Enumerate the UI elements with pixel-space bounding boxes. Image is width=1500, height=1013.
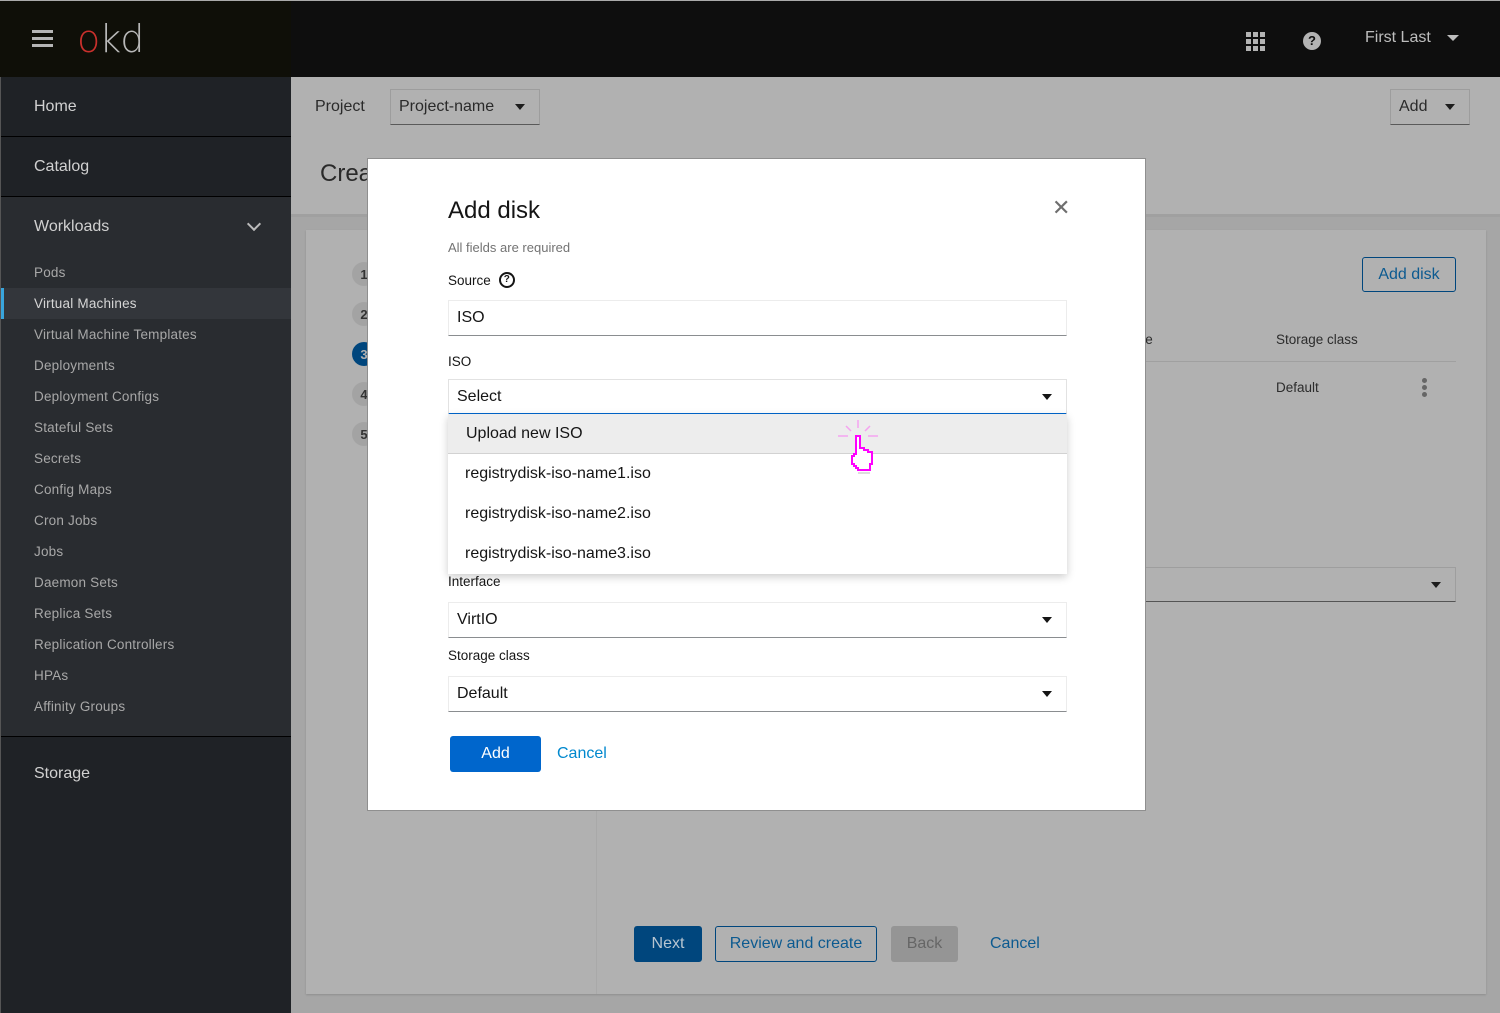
interface-label: Interface	[448, 574, 501, 589]
iso-option[interactable]: registrydisk-iso-name2.iso	[448, 494, 1067, 534]
sidebar-item-replication-controllers[interactable]: Replication Controllers	[1, 629, 291, 660]
add-dropdown[interactable]: Add	[1390, 89, 1470, 125]
iso-option-upload-new[interactable]: Upload new ISO	[448, 414, 1067, 454]
workloads-submenu: Pods Virtual Machines Virtual Machine Te…	[1, 257, 291, 736]
sidebar-item-catalog[interactable]: Catalog	[1, 137, 291, 197]
sidebar-item-home[interactable]: Home	[1, 77, 291, 137]
cancel-button[interactable]: Cancel	[557, 745, 607, 763]
add-button[interactable]: Add	[450, 736, 541, 772]
sidebar-section-workloads: Workloads Pods Virtual Machines Virtual …	[1, 197, 291, 737]
add-disk-button[interactable]: Add disk	[1362, 257, 1456, 292]
wizard-cancel-link[interactable]: Cancel	[990, 935, 1040, 953]
sidebar-item-stateful-sets[interactable]: Stateful Sets	[1, 412, 291, 443]
top-navbar: okd ? First Last	[0, 0, 1500, 78]
iso-label: ISO	[448, 354, 472, 369]
wizard-footer: Next Review and create Back Cancel	[634, 926, 1040, 962]
sidebar-item-virtual-machine-templates[interactable]: Virtual Machine Templates	[1, 319, 291, 350]
sidebar-item-jobs[interactable]: Jobs	[1, 536, 291, 567]
okd-logo[interactable]: okd	[77, 17, 144, 61]
sidebar: Home Catalog Workloads Pods Virtual Mach…	[0, 77, 291, 1013]
storage-class-select[interactable]: Default	[448, 676, 1067, 712]
source-field[interactable]: ISO	[448, 300, 1067, 336]
sidebar-item-secrets[interactable]: Secrets	[1, 443, 291, 474]
sidebar-item-pods[interactable]: Pods	[1, 257, 291, 288]
sidebar-item-config-maps[interactable]: Config Maps	[1, 474, 291, 505]
sidebar-item-affinity-groups[interactable]: Affinity Groups	[1, 691, 291, 722]
add-disk-modal: Add disk ✕ All fields are required Sourc…	[367, 158, 1146, 811]
table-header: ace Storage class	[1126, 310, 1456, 362]
sidebar-item-cron-jobs[interactable]: Cron Jobs	[1, 505, 291, 536]
storage-class-label: Storage class	[448, 648, 530, 663]
caret-down-icon	[1445, 104, 1455, 110]
close-icon[interactable]: ✕	[1052, 197, 1070, 219]
caret-down-icon	[1042, 691, 1052, 697]
modal-footer: Add Cancel	[450, 736, 607, 772]
iso-select[interactable]: Select	[448, 379, 1067, 415]
app-launcher-grid-icon[interactable]	[1246, 32, 1265, 51]
kebab-menu-icon[interactable]	[1422, 378, 1427, 399]
sidebar-item-workloads[interactable]: Workloads	[1, 197, 291, 257]
interface-select[interactable]: VirtIO	[448, 602, 1067, 638]
sidebar-item-virtual-machines[interactable]: Virtual Machines	[1, 288, 291, 319]
caret-down-icon	[515, 104, 525, 110]
sidebar-item-hpas[interactable]: HPAs	[1, 660, 291, 691]
column-header-storage-class: Storage class	[1276, 332, 1358, 347]
iso-option[interactable]: registrydisk-iso-name3.iso	[448, 534, 1067, 574]
caret-down-icon	[1042, 393, 1052, 400]
project-select[interactable]: Project-name	[390, 89, 540, 125]
project-label: Project	[315, 98, 365, 115]
help-icon[interactable]: ?	[498, 272, 515, 288]
source-label: Source ?	[448, 272, 515, 288]
caret-down-icon	[1446, 35, 1459, 41]
table-row: Default	[1126, 363, 1456, 412]
next-button[interactable]: Next	[634, 926, 702, 962]
sidebar-item-deployment-configs[interactable]: Deployment Configs	[1, 381, 291, 412]
brand-area: okd	[0, 1, 291, 78]
project-bar: Project Project-name Add	[291, 77, 1500, 140]
cell-storage-class: Default	[1276, 380, 1319, 395]
user-name: First Last	[1365, 29, 1431, 46]
caret-down-icon	[1431, 582, 1441, 588]
background-select[interactable]	[1126, 567, 1456, 602]
caret-down-icon	[1042, 617, 1052, 623]
chevron-down-icon	[246, 216, 262, 232]
user-menu-toggle[interactable]: First Last	[1365, 29, 1459, 47]
disks-table: ace Storage class Default	[1126, 310, 1456, 410]
hamburger-menu-icon[interactable]	[32, 30, 53, 48]
iso-option[interactable]: registrydisk-iso-name1.iso	[448, 454, 1067, 494]
required-fields-note: All fields are required	[448, 240, 571, 255]
sidebar-item-deployments[interactable]: Deployments	[1, 350, 291, 381]
iso-dropdown-menu: Upload new ISO registrydisk-iso-name1.is…	[448, 414, 1067, 574]
help-icon[interactable]: ?	[1303, 32, 1321, 50]
review-and-create-button[interactable]: Review and create	[715, 926, 877, 962]
page-title: Crea	[320, 160, 373, 187]
sidebar-item-daemon-sets[interactable]: Daemon Sets	[1, 567, 291, 598]
modal-title: Add disk	[448, 197, 541, 224]
sidebar-item-storage[interactable]: Storage	[1, 737, 291, 811]
sidebar-item-replica-sets[interactable]: Replica Sets	[1, 598, 291, 629]
back-button[interactable]: Back	[891, 926, 958, 962]
